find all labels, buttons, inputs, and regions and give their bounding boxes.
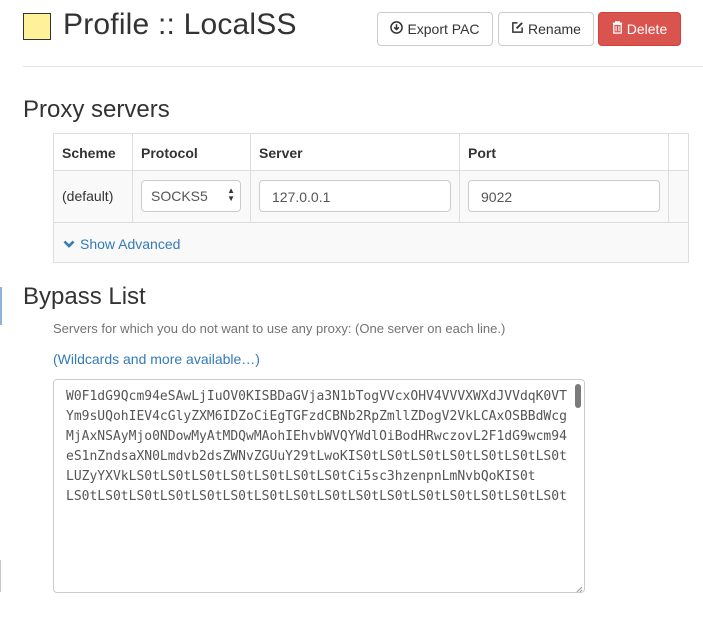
column-header-port: Port <box>460 134 669 170</box>
actions-cell <box>669 171 688 222</box>
rename-button[interactable]: Rename <box>498 12 594 46</box>
rename-label: Rename <box>528 21 581 37</box>
scheme-cell: (default) <box>54 171 133 222</box>
resize-handle-icon[interactable] <box>573 581 583 592</box>
column-header-scheme: Scheme <box>54 134 133 170</box>
server-input[interactable]: 127.0.0.1 <box>259 180 451 212</box>
left-edge-indicator <box>0 287 2 325</box>
show-advanced-link[interactable]: Show Advanced <box>63 236 180 252</box>
delete-button[interactable]: Delete <box>598 12 681 46</box>
bypass-list-content: W0F1dG9Qcm94eSAwLjIuOV0KISBDaGVja3N1bTog… <box>66 389 567 504</box>
bypass-help-text: Servers for which you do not want to use… <box>53 321 506 336</box>
header-divider <box>23 66 703 67</box>
protocol-select[interactable]: SOCKS5 ▲ ▼ <box>141 180 241 212</box>
chevron-down-icon <box>63 236 75 252</box>
bypass-list-title: Bypass List <box>23 283 146 310</box>
bypass-list-textarea[interactable]: W0F1dG9Qcm94eSAwLjIuOV0KISBDaGVja3N1bTog… <box>53 379 585 593</box>
protocol-cell: SOCKS5 ▲ ▼ <box>133 171 251 222</box>
export-pac-label: Export PAC <box>407 21 480 37</box>
table-row: (default) SOCKS5 ▲ ▼ 127.0.0.1 9022 <box>54 170 688 223</box>
server-cell: 127.0.0.1 <box>251 171 460 222</box>
column-header-protocol: Protocol <box>133 134 251 170</box>
proxy-servers-table: Scheme Protocol Server Port (default) SO… <box>53 133 689 263</box>
download-circle-icon <box>390 21 404 37</box>
advanced-row: Show Advanced <box>54 223 688 262</box>
textarea-scrollbar[interactable] <box>575 384 581 408</box>
protocol-select-value: SOCKS5 <box>151 188 208 204</box>
wildcards-help-link[interactable]: (Wildcards and more available…) <box>53 351 260 367</box>
select-arrows-icon: ▲ ▼ <box>227 186 235 203</box>
edit-square-icon <box>511 21 524 37</box>
trash-icon <box>612 21 623 37</box>
proxy-servers-title: Proxy servers <box>23 96 170 123</box>
page-title: Profile :: LocalSS <box>63 8 297 41</box>
port-cell: 9022 <box>460 171 669 222</box>
delete-label: Delete <box>626 21 668 37</box>
export-pac-button[interactable]: Export PAC <box>377 12 493 46</box>
port-input[interactable]: 9022 <box>468 180 660 212</box>
show-advanced-label: Show Advanced <box>80 236 181 252</box>
left-edge-divider <box>0 560 1 592</box>
profile-color-swatch[interactable] <box>23 13 51 40</box>
column-header-server: Server <box>251 134 460 170</box>
column-header-actions <box>669 134 688 170</box>
